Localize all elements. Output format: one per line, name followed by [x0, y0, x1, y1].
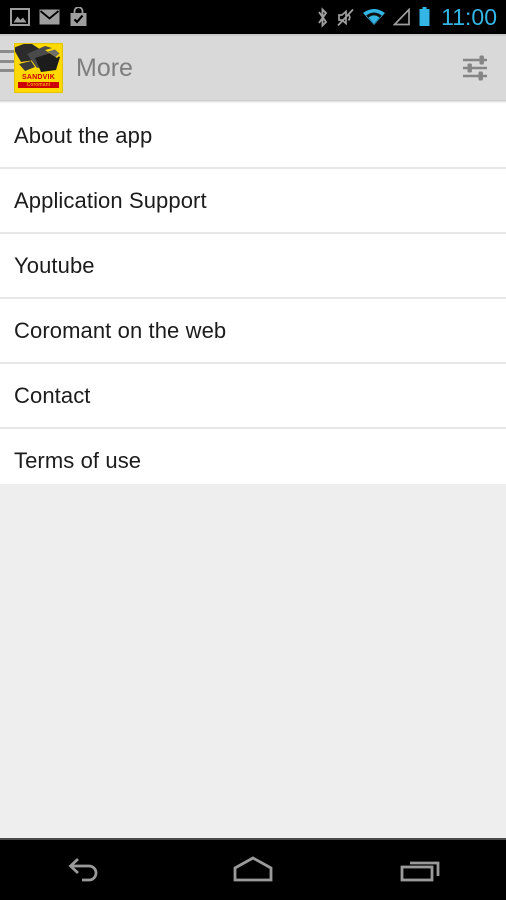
logo-brand-line1: SANDVIK	[22, 74, 55, 81]
logo-tool-artwork	[15, 44, 62, 74]
recents-button[interactable]	[337, 840, 506, 900]
home-button[interactable]	[169, 840, 338, 900]
mail-icon	[39, 9, 60, 25]
list-item-label: Contact	[14, 382, 91, 408]
list-item-about-the-app[interactable]: About the app	[0, 104, 506, 167]
logo-brand-line2: Coromant	[18, 82, 59, 88]
android-phone-screen: 11:00 SANDVIK Coromant More About the ap…	[0, 0, 506, 900]
sliders-settings-icon[interactable]	[444, 36, 506, 100]
empty-list-area	[0, 484, 506, 840]
more-menu-list: About the app Application Support Youtub…	[0, 104, 506, 492]
list-item-label: Coromant on the web	[14, 317, 227, 343]
bluetooth-icon	[316, 6, 329, 28]
list-item-application-support[interactable]: Application Support	[0, 169, 506, 232]
mute-icon	[336, 8, 355, 27]
list-item-label: Youtube	[14, 252, 95, 278]
list-item-label: Application Support	[14, 187, 207, 213]
list-item-coromant-on-the-web[interactable]: Coromant on the web	[0, 299, 506, 362]
notification-icons	[10, 6, 88, 27]
sandvik-coromant-logo[interactable]: SANDVIK Coromant	[14, 43, 63, 93]
gallery-icon	[10, 8, 30, 26]
cell-signal-icon	[392, 7, 411, 26]
system-status-icons: 11:00	[316, 0, 497, 34]
back-button[interactable]	[0, 840, 169, 900]
list-item-label: Terms of use	[14, 447, 142, 473]
list-item-terms-of-use[interactable]: Terms of use	[0, 429, 506, 492]
android-navigation-bar	[0, 840, 506, 900]
wifi-icon	[362, 8, 386, 26]
logo-brand-badge: SANDVIK Coromant	[18, 74, 59, 88]
list-item-youtube[interactable]: Youtube	[0, 234, 506, 297]
list-item-contact[interactable]: Contact	[0, 364, 506, 427]
battery-icon	[418, 7, 431, 27]
list-item-label: About the app	[14, 122, 153, 148]
status-bar[interactable]: 11:00	[0, 0, 506, 34]
play-store-icon	[69, 6, 88, 27]
status-clock: 11:00	[441, 4, 497, 30]
page-title: More	[76, 54, 133, 82]
